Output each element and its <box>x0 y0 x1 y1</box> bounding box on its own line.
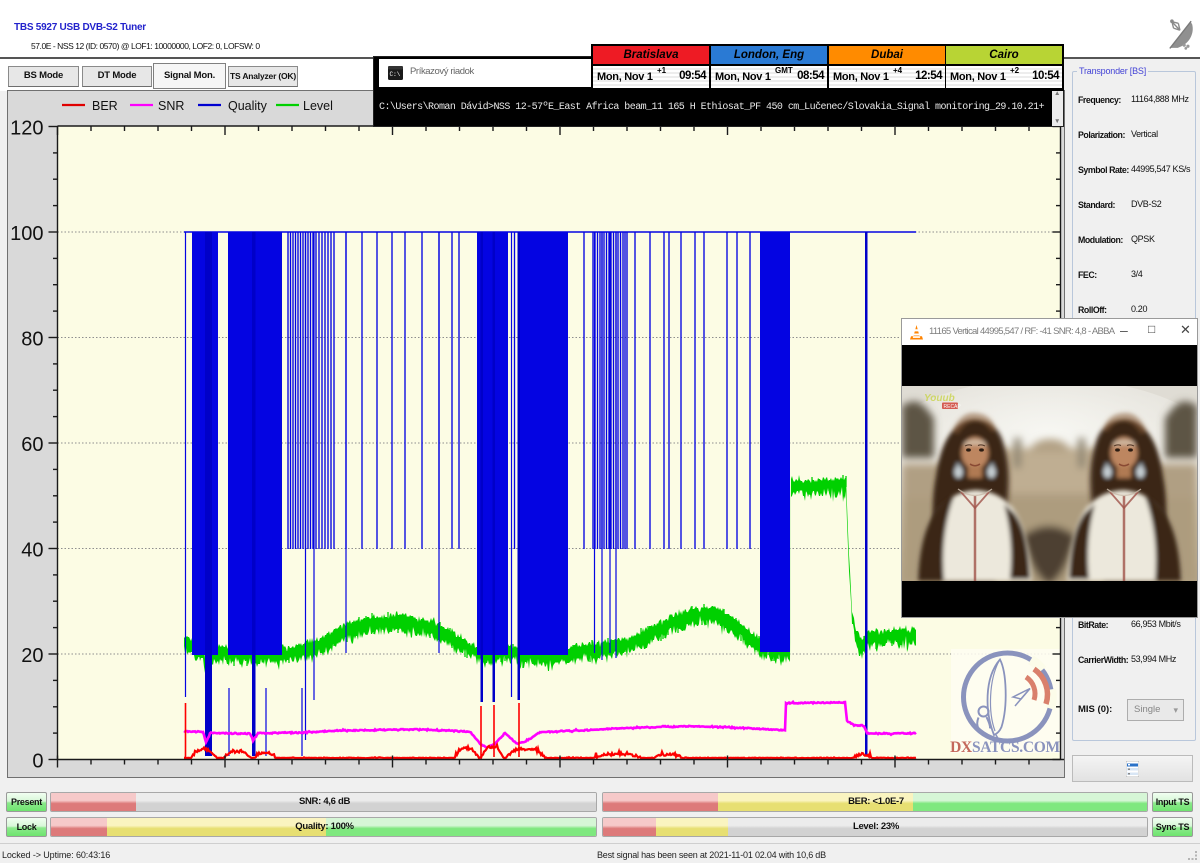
svg-text:RECAP: RECAP <box>944 404 962 410</box>
svg-text:C:\: C:\ <box>390 71 401 78</box>
svg-text:0: 0 <box>32 751 43 773</box>
svg-text:BER: BER <box>92 99 118 113</box>
svg-text:Level: Level <box>303 99 333 113</box>
svg-text:Youub: Youub <box>924 393 955 404</box>
svg-text:Quality: Quality <box>228 99 268 113</box>
svg-text:40: 40 <box>21 540 43 562</box>
svg-text:60: 60 <box>21 434 43 456</box>
svg-text:DXSATCS.COM: DXSATCS.COM <box>950 739 1060 756</box>
svg-text:80: 80 <box>21 329 43 351</box>
svg-text:20: 20 <box>21 645 43 667</box>
svg-text:SNR: SNR <box>158 99 184 113</box>
svg-text:100: 100 <box>10 223 43 245</box>
svg-text:120: 120 <box>10 118 43 140</box>
